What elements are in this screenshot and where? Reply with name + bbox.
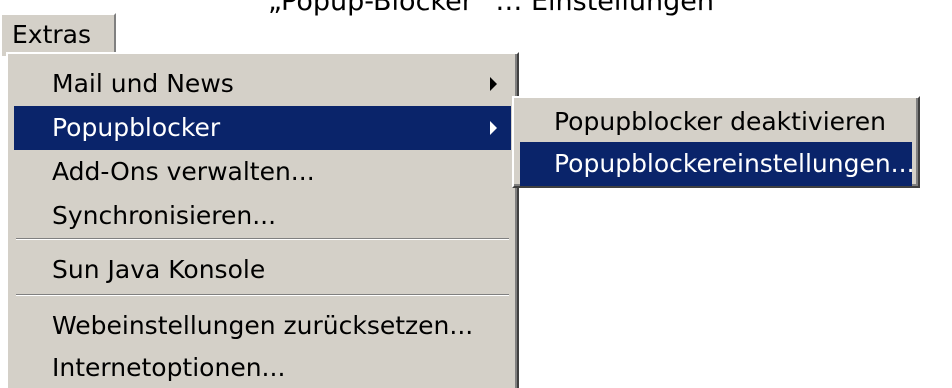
menu-item-mail-und-news[interactable]: Mail und News bbox=[14, 62, 511, 106]
menu-item-add-ons-verwalten[interactable]: Add-Ons verwalten... bbox=[14, 150, 511, 194]
menu-item-label: Popupblocker deaktivieren bbox=[554, 107, 886, 136]
menu-item-internetoptionen[interactable]: Internetoptionen... bbox=[14, 346, 511, 388]
popupblocker-submenu: Popupblocker deaktivieren Popupblockerei… bbox=[512, 96, 920, 188]
menu-item-synchronisieren[interactable]: Synchronisieren... bbox=[14, 194, 511, 238]
submenu-item-popupblocker-deaktivieren[interactable]: Popupblocker deaktivieren bbox=[520, 100, 912, 144]
menu-item-popupblocker[interactable]: Popupblocker bbox=[14, 106, 511, 150]
menu-item-label: Sun Java Konsole bbox=[52, 255, 266, 284]
menu-item-label: Popupblockereinstellungen... bbox=[554, 149, 915, 178]
menu-item-webeinstellungen-zuruecksetzen[interactable]: Webeinstellungen zurücksetzen... bbox=[14, 304, 511, 348]
menu-item-label: Synchronisieren... bbox=[52, 201, 277, 230]
menu-item-label: Popupblocker bbox=[52, 113, 221, 142]
menu-item-label: Add-Ons verwalten... bbox=[52, 157, 315, 186]
menu-item-sun-java-konsole[interactable]: Sun Java Konsole bbox=[14, 248, 511, 292]
menu-item-label: Mail und News bbox=[52, 69, 234, 98]
menubar-extras-label: Extras bbox=[12, 20, 92, 49]
menu-item-label: Internetoptionen... bbox=[52, 353, 286, 382]
submenu-arrow-icon bbox=[490, 77, 497, 91]
extras-dropdown-menu: Mail und News Popupblocker Add-Ons verwa… bbox=[6, 52, 519, 388]
submenu-item-popupblockereinstellungen[interactable]: Popupblockereinstellungen... bbox=[520, 142, 915, 186]
menu-separator bbox=[16, 238, 509, 240]
submenu-arrow-icon bbox=[490, 121, 497, 135]
menubar-extras[interactable]: Extras bbox=[0, 13, 116, 56]
screenshot-stage: „Popup-Blocker“ … Einstellungen Extras M… bbox=[0, 0, 952, 388]
menu-item-label: Webeinstellungen zurücksetzen... bbox=[52, 311, 474, 340]
menu-separator bbox=[16, 294, 509, 296]
partial-heading-text: „Popup-Blocker“ … Einstellungen bbox=[268, 0, 714, 17]
